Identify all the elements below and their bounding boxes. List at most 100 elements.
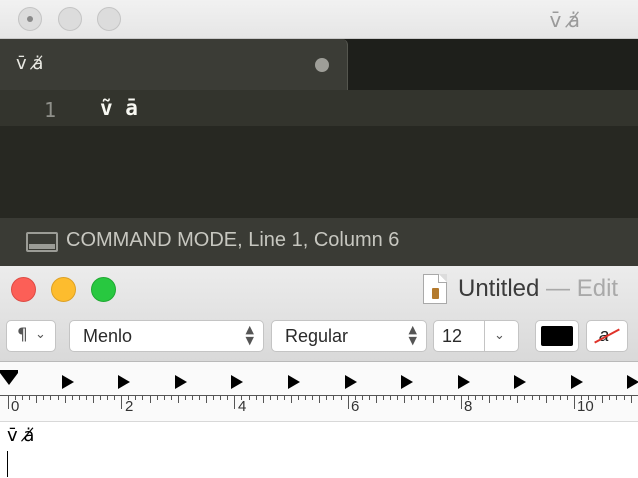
ruler-tick [178,395,179,403]
tab-stop-icon[interactable] [627,375,638,389]
ruler-tick [58,395,59,400]
ruler-tick [8,395,9,409]
text-color-well[interactable] [535,320,579,352]
ruler-tick [79,395,80,400]
tab-stop-icon[interactable] [571,375,583,389]
ruler-tick [447,395,448,400]
ruler-tick [383,395,384,400]
ruler-tick [595,395,596,400]
unsaved-dot-icon[interactable] [315,58,329,72]
ruler-tick [270,395,271,400]
font-style-popup[interactable]: Regular ▲ ▼ [271,320,427,352]
sublime-window: v̄ ȧ̸ v̄ ȧ̸ 1 ṽ ā COMMAND MODE, Line 1, … [0,0,638,266]
panel-toggle-icon[interactable] [26,232,58,252]
minimize-button[interactable] [51,277,76,302]
ruler-tick [333,395,334,400]
ruler-tick [348,395,349,409]
ruler[interactable]: 0 2 4 6 8 10 [0,362,638,422]
ruler-tick [489,395,490,403]
ruler-tick [263,395,264,403]
ruler-tick [305,395,306,400]
ruler-tick [362,395,363,400]
sublime-tab-label: v̄ ȧ̸ [16,53,44,74]
sublime-minimize-button[interactable] [58,7,82,31]
ruler-tick [93,395,94,403]
close-button[interactable] [11,277,36,302]
sublime-titlebar: v̄ ȧ̸ [0,0,638,39]
ruler-tick [411,395,412,400]
tab-stop-icon[interactable] [514,375,526,389]
ruler-tick [524,395,525,400]
ruler-tick [249,395,250,400]
ruler-tick [517,395,518,403]
sublime-editor[interactable]: 1 ṽ ā [0,90,638,218]
sublime-tab[interactable]: v̄ ȧ̸ [0,39,348,90]
ruler-tick [553,395,554,400]
ruler-tick [574,395,575,409]
ruler-tick [157,395,158,400]
background-color-well[interactable]: a [586,320,628,352]
sublime-zoom-button[interactable] [97,7,121,31]
ruler-label: 4 [238,398,247,415]
ruler-tick [567,395,568,400]
ruler-tick [234,395,235,409]
ruler-tick [503,395,504,400]
sublime-status-bar: COMMAND MODE, Line 1, Column 6 [0,218,638,266]
ruler-tick [454,395,455,400]
ruler-label: 8 [464,398,473,415]
line-number: 1 [44,98,57,122]
ruler-tick [22,395,23,400]
chevron-down-icon: ⌄ [35,326,46,341]
chevron-down-icon[interactable]: ⌄ [494,328,505,343]
tab-stop-icon[interactable] [401,375,413,389]
zoom-button[interactable] [91,277,116,302]
ruler-tick [213,395,214,400]
code-line[interactable]: ṽ ā [100,96,138,120]
ruler-tick [65,395,66,403]
document-body[interactable]: v̄ ȧ̸ [0,423,638,478]
ruler-tick [291,395,292,403]
tab-stop-icon[interactable] [175,375,187,389]
ruler-tick [433,395,434,403]
indent-marker-icon[interactable] [0,370,18,385]
ruler-label: 2 [125,398,134,415]
font-family-popup[interactable]: Menlo ▲ ▼ [69,320,264,352]
tab-stop-icon[interactable] [62,375,74,389]
window-title-name: Untitled [458,275,540,302]
ruler-tick [631,395,632,403]
status-text: COMMAND MODE, Line 1, Column 6 [66,229,400,251]
font-size-combo[interactable]: 12 ⌄ [433,320,519,352]
tab-stop-icon[interactable] [458,375,470,389]
ruler-tick [532,395,533,400]
ruler-tick [312,395,313,400]
ruler-tick [482,395,483,400]
ruler-tick [624,395,625,400]
text-color-swatch [541,326,573,346]
tab-stop-icon[interactable] [118,375,130,389]
ruler-tick [192,395,193,400]
ruler-tick [107,395,108,400]
ruler-tick [121,395,122,409]
ruler-tick [36,395,37,403]
tab-stop-icon[interactable] [288,375,300,389]
ruler-tick [440,395,441,400]
paragraph-style-popup[interactable]: ¶ ⌄ [6,320,56,352]
ruler-tick [150,395,151,403]
font-size-value[interactable]: 12 [442,326,462,347]
sublime-close-button[interactable] [18,7,42,31]
ruler-tick [43,395,44,400]
ruler-tick [319,395,320,403]
document-icon[interactable] [423,274,447,304]
ruler-tick [376,395,377,403]
ruler-tick [404,395,405,403]
tab-stop-icon[interactable] [231,375,243,389]
ruler-tick [609,395,610,400]
document-text[interactable]: v̄ ȧ̸ [7,425,34,446]
paragraph-icon: ¶ [17,325,28,345]
ruler-tick [418,395,419,400]
ruler-tick [100,395,101,400]
ruler-tick [199,395,200,400]
tab-stop-icon[interactable] [345,375,357,389]
ruler-tick [461,395,462,409]
ruler-tick [602,395,603,403]
